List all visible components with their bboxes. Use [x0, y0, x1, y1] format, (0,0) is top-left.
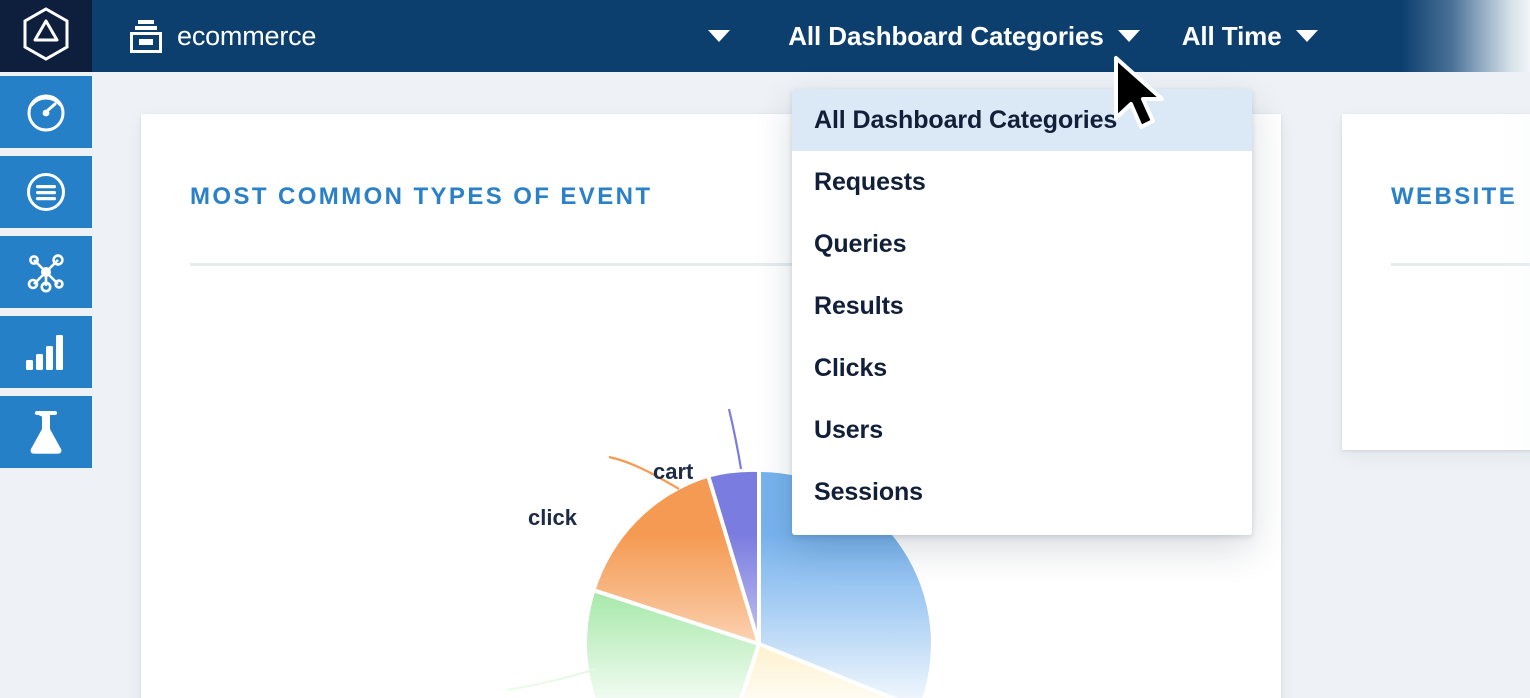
sidebar-item-explore[interactable] — [0, 236, 92, 308]
pie-slice-session — [587, 591, 759, 698]
menu-item-all-dashboard-categories[interactable]: All Dashboard Categories — [792, 89, 1252, 151]
leader-line-click — [609, 457, 679, 489]
flask-icon — [25, 409, 67, 455]
category-filter-select[interactable]: All Dashboard Categories — [788, 21, 1139, 52]
dashboard-page: ecommerce All Dashboard Categories All T… — [0, 0, 1530, 698]
hexagon-logo-icon — [22, 7, 70, 66]
sidebar-nav — [0, 72, 92, 698]
category-filter-dropdown-menu[interactable]: All Dashboard Categories Requests Querie… — [792, 89, 1252, 535]
time-filter-label: All Time — [1182, 21, 1282, 52]
app-header: ecommerce All Dashboard Categories All T… — [0, 0, 1530, 72]
leader-line-cart — [729, 409, 741, 469]
app-logo[interactable] — [0, 0, 92, 72]
pie-slice-click — [595, 478, 759, 645]
dashboard-stack-icon — [129, 18, 163, 54]
time-chevron-down-icon[interactable] — [1296, 30, 1318, 42]
menu-item-users[interactable]: Users — [792, 399, 1252, 461]
sidebar-item-dashboard[interactable] — [0, 76, 92, 148]
card-website: WEBSITE — [1342, 114, 1530, 450]
dashboard-title: ecommerce — [177, 21, 316, 52]
sidebar-item-lab[interactable] — [0, 396, 92, 468]
category-chevron-down-icon[interactable] — [1118, 30, 1140, 42]
viewport-edge-fade — [1432, 114, 1530, 450]
time-filter-select[interactable]: All Time — [1182, 21, 1318, 52]
gauge-icon — [22, 88, 70, 136]
pie-slice-other — [706, 644, 919, 698]
menu-item-results[interactable]: Results — [792, 275, 1252, 337]
dashboard-chevron-down-icon[interactable] — [708, 30, 730, 42]
sidebar-item-reports[interactable] — [0, 156, 92, 228]
list-circle-icon — [22, 168, 70, 216]
pie-label-click: click — [528, 505, 577, 531]
pie-slice-cart — [709, 472, 759, 644]
page-title-website: WEBSITE — [1391, 183, 1517, 211]
menu-item-clicks[interactable]: Clicks — [792, 337, 1252, 399]
network-nodes-icon — [22, 248, 70, 296]
header-bar: ecommerce All Dashboard Categories All T… — [92, 0, 1530, 72]
menu-item-sessions[interactable]: Sessions — [792, 461, 1252, 523]
bar-chart-icon — [22, 330, 70, 374]
category-filter-label: All Dashboard Categories — [788, 21, 1103, 52]
pie-leader-lines — [507, 409, 741, 690]
sidebar-item-analytics[interactable] — [0, 316, 92, 388]
card-divider — [1391, 263, 1530, 266]
menu-item-queries[interactable]: Queries — [792, 213, 1252, 275]
leader-line-session — [507, 669, 596, 690]
pie-bottom-fade — [411, 534, 1031, 698]
page-title-most-common-types-of-event: MOST COMMON TYPES OF EVENT — [190, 183, 652, 211]
menu-item-requests[interactable]: Requests — [792, 151, 1252, 213]
pie-label-cart: cart — [653, 459, 693, 485]
